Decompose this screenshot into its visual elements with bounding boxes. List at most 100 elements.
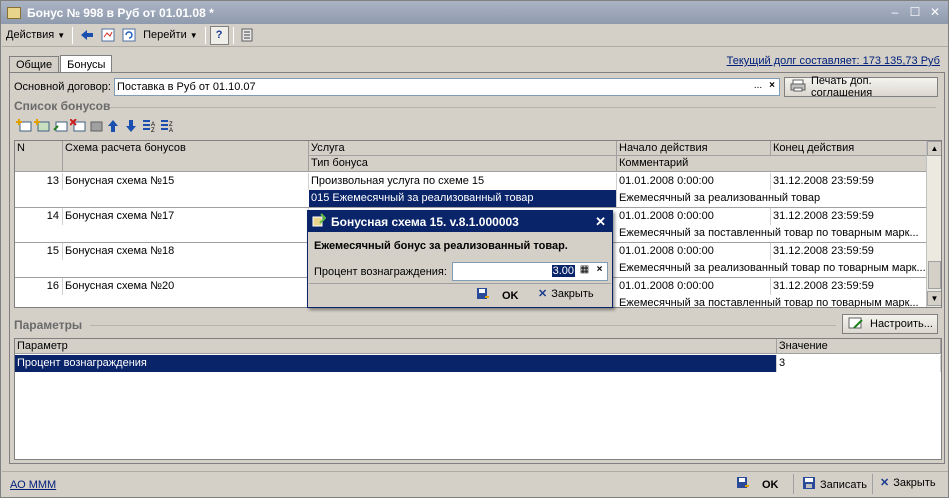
print-agreement-button[interactable]: Печать доп. соглашения (784, 75, 938, 99)
cell-scheme: Бонусная схема №15 (63, 173, 309, 190)
column-header-start[interactable]: Начало действия (617, 141, 771, 156)
dialog-ok-button[interactable]: OK (476, 287, 519, 304)
toolbar-separator (204, 26, 206, 44)
column-header-scheme[interactable]: Схема расчета бонусов (63, 141, 309, 172)
bonus-list-title: Список бонусов (14, 99, 111, 113)
column-header-comment[interactable]: Комментарий (617, 156, 927, 172)
copy-row-icon[interactable] (52, 119, 68, 132)
column-header-end[interactable]: Конец действия (771, 141, 927, 156)
end-edit-icon[interactable] (88, 119, 103, 132)
svg-text:A: A (169, 128, 173, 133)
actions-menu[interactable]: Действия ▼ (2, 26, 69, 45)
help-icon: ? (215, 29, 223, 41)
clear-icon[interactable]: × (593, 264, 606, 279)
printer-icon (790, 79, 806, 95)
scroll-down-icon[interactable]: ▼ (927, 291, 941, 306)
bonus-scheme-dialog: Бонусная схема 15. v.8.1.000003 ✕ Ежемес… (307, 210, 613, 308)
refresh-icon[interactable] (119, 26, 138, 45)
help-button[interactable]: ? (209, 25, 229, 45)
column-header-service[interactable]: Услуга (309, 141, 617, 156)
dialog-divider (309, 283, 611, 284)
cell-n: 14 (15, 208, 63, 225)
group-divider (90, 325, 836, 326)
document-window: Бонус № 998 в Руб от 01.01.08 * ‒ ☐ ✕ Де… (0, 0, 949, 498)
cell-scheme: Бонусная схема №20 (63, 278, 309, 295)
configure-label: Настроить... (870, 318, 933, 330)
close-icon[interactable]: ✕ (595, 214, 606, 230)
ok-icon (736, 476, 750, 493)
dialog-close-button[interactable]: ✕ Закрыть (538, 287, 594, 301)
scroll-thumb[interactable] (928, 261, 941, 289)
toolbar: Действия ▼ Перейти ▼ ? (2, 24, 948, 47)
cell-type: 015 Ежемесячный за реализованный товар (309, 190, 617, 207)
configure-icon (848, 316, 864, 333)
list-settings-icon[interactable] (238, 26, 257, 45)
delete-row-icon[interactable] (69, 118, 86, 132)
goto-menu[interactable]: Перейти ▼ (139, 26, 202, 45)
column-header-param[interactable]: Параметр (15, 339, 777, 354)
contract-value: Поставка в Руб от 01.10.07 (117, 81, 256, 93)
tab-strip: Общие Бонусы (9, 55, 113, 72)
footer-separator (793, 474, 794, 494)
dialog-title: Бонусная схема 15. v.8.1.000003 (331, 214, 519, 229)
contract-clear-button[interactable]: × (765, 79, 779, 95)
footer-close-button[interactable]: ✕ Закрыть (880, 476, 936, 490)
cell-scheme: Бонусная схема №17 (63, 208, 309, 225)
window-title: Бонус № 998 в Руб от 01.01.08 * (27, 5, 214, 20)
maximize-icon[interactable]: ☐ (907, 5, 923, 19)
dialog-heading: Ежемесячный бонус за реализованный товар… (314, 240, 568, 252)
structure-icon[interactable] (98, 26, 117, 45)
contract-select-button[interactable]: ... (751, 79, 765, 95)
column-header-type[interactable]: Тип бонуса (309, 156, 617, 172)
tab-general[interactable]: Общие (9, 56, 60, 72)
cell-end: 31.12.2008 23:59:59 (771, 243, 927, 260)
sort-descending-icon[interactable]: ZA (160, 119, 174, 134)
add-group-icon[interactable] (34, 119, 50, 132)
footer-ok-button[interactable]: OK (736, 476, 779, 493)
move-up-icon[interactable] (106, 119, 120, 132)
cell-n: 13 (15, 173, 63, 190)
scroll-up-icon[interactable]: ▲ (927, 141, 941, 156)
add-row-icon[interactable] (16, 119, 32, 132)
tab-bonuses[interactable]: Бонусы (60, 55, 113, 72)
column-header-value[interactable]: Значение (777, 339, 941, 354)
sort-ascending-icon[interactable]: AZ (142, 119, 156, 134)
goto-menu-label: Перейти (143, 28, 187, 41)
organization-link[interactable]: АО МММ (10, 479, 56, 491)
move-down-icon[interactable] (124, 119, 138, 132)
bonus-list-toolbar: AZ ZA (16, 118, 174, 134)
calculator-icon[interactable]: ▦ (578, 264, 591, 279)
save-icon (802, 476, 816, 493)
chevron-down-icon: ▼ (57, 30, 66, 40)
dialog-title-bar[interactable]: Бонусная схема 15. v.8.1.000003 ✕ (308, 211, 612, 232)
params-table[interactable]: Параметр Значение Процент вознаграждения… (14, 338, 942, 460)
dialog-ok-label: OK (502, 289, 519, 302)
minimize-icon[interactable]: ‒ (887, 5, 903, 19)
cell-comment: Ежемесячный за реализованный товар (617, 190, 927, 207)
footer-close-label: Закрыть (893, 476, 936, 489)
close-icon[interactable]: ✕ (927, 5, 943, 19)
cell-start: 01.01.2008 0:00:00 (617, 173, 771, 190)
params-title: Параметры (14, 318, 83, 332)
back-icon[interactable] (77, 26, 96, 45)
cell-comment: Ежемесячный за поставленный товар по тов… (617, 295, 927, 307)
cell-service: Произвольная услуга по схеме 15 (309, 173, 617, 190)
cell-comment: Ежемесячный за поставленный товар по тов… (617, 225, 927, 242)
vertical-scrollbar[interactable]: ▲ ▼ (926, 141, 941, 307)
footer-save-button[interactable]: Записать (802, 476, 867, 493)
column-header-n[interactable]: N (15, 141, 63, 172)
contract-field[interactable]: Поставка в Руб от 01.10.07 (114, 78, 780, 96)
cell-end: 31.12.2008 23:59:59 (771, 278, 927, 295)
configure-button[interactable]: Настроить... (842, 314, 938, 334)
cell-start: 01.01.2008 0:00:00 (617, 278, 771, 295)
percent-value: 3.00 (551, 265, 575, 277)
title-bar[interactable]: Бонус № 998 в Руб от 01.01.08 * ‒ ☐ ✕ (1, 1, 948, 24)
toolbar-separator (72, 26, 74, 44)
footer-ok-label: OK (762, 478, 779, 491)
ok-icon (476, 287, 490, 304)
close-icon: ✕ (538, 288, 548, 300)
footer-bar: АО МММ OK Записать ✕ Закрыть (2, 471, 948, 497)
debt-link[interactable]: Текущий долг составляет: 173 135,73 Руб (727, 55, 940, 67)
footer-save-label: Записать (820, 478, 868, 491)
dialog-close-label: Закрыть (551, 287, 594, 300)
